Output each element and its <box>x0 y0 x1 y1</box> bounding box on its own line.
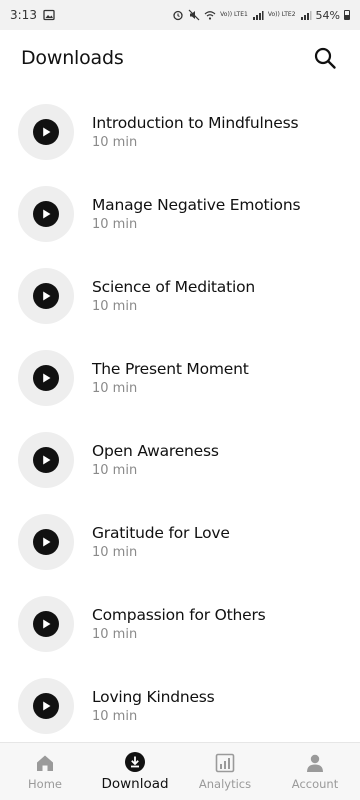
play-icon <box>33 201 59 227</box>
search-icon <box>313 46 337 70</box>
download-item[interactable]: Gratitude for Love 10 min <box>0 501 360 583</box>
download-item-text: The Present Moment 10 min <box>92 359 249 397</box>
play-button[interactable] <box>18 596 74 652</box>
status-bar: 3:13 Vo)) LTE1 Vo)) LTE2 54% <box>0 0 360 30</box>
bottom-nav: Home Download Analytics Account <box>0 742 360 800</box>
play-button[interactable] <box>18 268 74 324</box>
status-right: Vo)) LTE1 Vo)) LTE2 54% <box>172 9 350 22</box>
download-duration: 10 min <box>92 627 138 642</box>
play-icon <box>33 447 59 473</box>
home-icon <box>34 752 56 774</box>
download-duration: 10 min <box>92 545 138 560</box>
search-button[interactable] <box>310 43 340 73</box>
download-title: Science of Meditation <box>92 278 256 296</box>
download-title: Introduction to Mindfulness <box>92 114 299 132</box>
download-title: Compassion for Others <box>92 606 266 624</box>
download-item[interactable]: Introduction to Mindfulness 10 min <box>0 91 360 173</box>
play-icon <box>33 365 59 391</box>
battery-percent: 54% <box>315 8 340 22</box>
status-time: 3:13 <box>10 8 37 22</box>
play-button[interactable] <box>18 186 74 242</box>
download-item[interactable]: Open Awareness 10 min <box>0 419 360 501</box>
download-item[interactable]: Science of Meditation 10 min <box>0 255 360 337</box>
download-item[interactable]: Manage Negative Emotions 10 min <box>0 173 360 255</box>
battery-icon <box>344 10 350 20</box>
download-item-text: Open Awareness 10 min <box>92 441 219 479</box>
page-title: Downloads <box>21 47 124 69</box>
nav-item-account[interactable]: Account <box>270 743 360 800</box>
nav-label-analytics: Analytics <box>198 777 252 791</box>
download-item-text: Introduction to Mindfulness 10 min <box>92 113 299 151</box>
downloads-list: Introduction to Mindfulness 10 min Manage … <box>0 91 360 747</box>
download-item-text: Science of Meditation 10 min <box>92 277 255 315</box>
download-title: Manage Negative Emotions <box>92 196 301 214</box>
play-icon <box>33 529 59 555</box>
download-title: The Present Moment <box>92 360 249 378</box>
download-item-text: Manage Negative Emotions 10 min <box>92 195 301 233</box>
download-item-text: Gratitude for Love 10 min <box>92 523 230 561</box>
account-icon <box>304 752 326 774</box>
nav-label-download: Download <box>101 776 169 792</box>
nav-item-analytics[interactable]: Analytics <box>180 743 270 800</box>
download-item-text: Loving Kindness 10 min <box>92 687 215 725</box>
download-title: Loving Kindness <box>92 688 215 706</box>
analytics-icon <box>214 752 236 774</box>
download-title: Open Awareness <box>92 442 219 460</box>
signal-1-icon <box>252 9 264 21</box>
play-button[interactable] <box>18 514 74 570</box>
play-button[interactable] <box>18 678 74 734</box>
play-button[interactable] <box>18 104 74 160</box>
download-duration: 10 min <box>92 381 138 396</box>
nav-label-home: Home <box>28 777 62 791</box>
network-1-label: Vo)) LTE1 <box>220 11 248 18</box>
download-duration: 10 min <box>92 299 138 314</box>
play-icon <box>33 119 59 145</box>
gallery-notification-icon <box>43 9 55 21</box>
download-duration: 10 min <box>92 463 138 478</box>
download-duration: 10 min <box>92 709 138 724</box>
download-duration: 10 min <box>92 217 138 232</box>
play-icon <box>33 283 59 309</box>
mute-icon <box>188 9 200 21</box>
app-header: Downloads <box>0 30 360 86</box>
nav-item-home[interactable]: Home <box>0 743 90 800</box>
network-2-label: Vo)) LTE2 <box>267 11 296 18</box>
status-left: 3:13 <box>10 8 55 22</box>
play-icon <box>33 611 59 637</box>
download-icon <box>124 751 146 773</box>
download-item[interactable]: Loving Kindness 10 min <box>0 665 360 747</box>
nav-item-download[interactable]: Download <box>90 743 180 800</box>
play-button[interactable] <box>18 432 74 488</box>
download-item-text: Compassion for Others 10 min <box>92 605 266 643</box>
download-title: Gratitude for Love <box>92 524 230 542</box>
signal-2-icon <box>300 9 312 21</box>
nav-label-account: Account <box>291 777 339 791</box>
alarm-icon <box>172 9 184 21</box>
play-button[interactable] <box>18 350 74 406</box>
wifi-icon <box>204 9 216 21</box>
play-icon <box>33 693 59 719</box>
download-item[interactable]: Compassion for Others 10 min <box>0 583 360 665</box>
download-duration: 10 min <box>92 135 138 150</box>
download-item[interactable]: The Present Moment 10 min <box>0 337 360 419</box>
